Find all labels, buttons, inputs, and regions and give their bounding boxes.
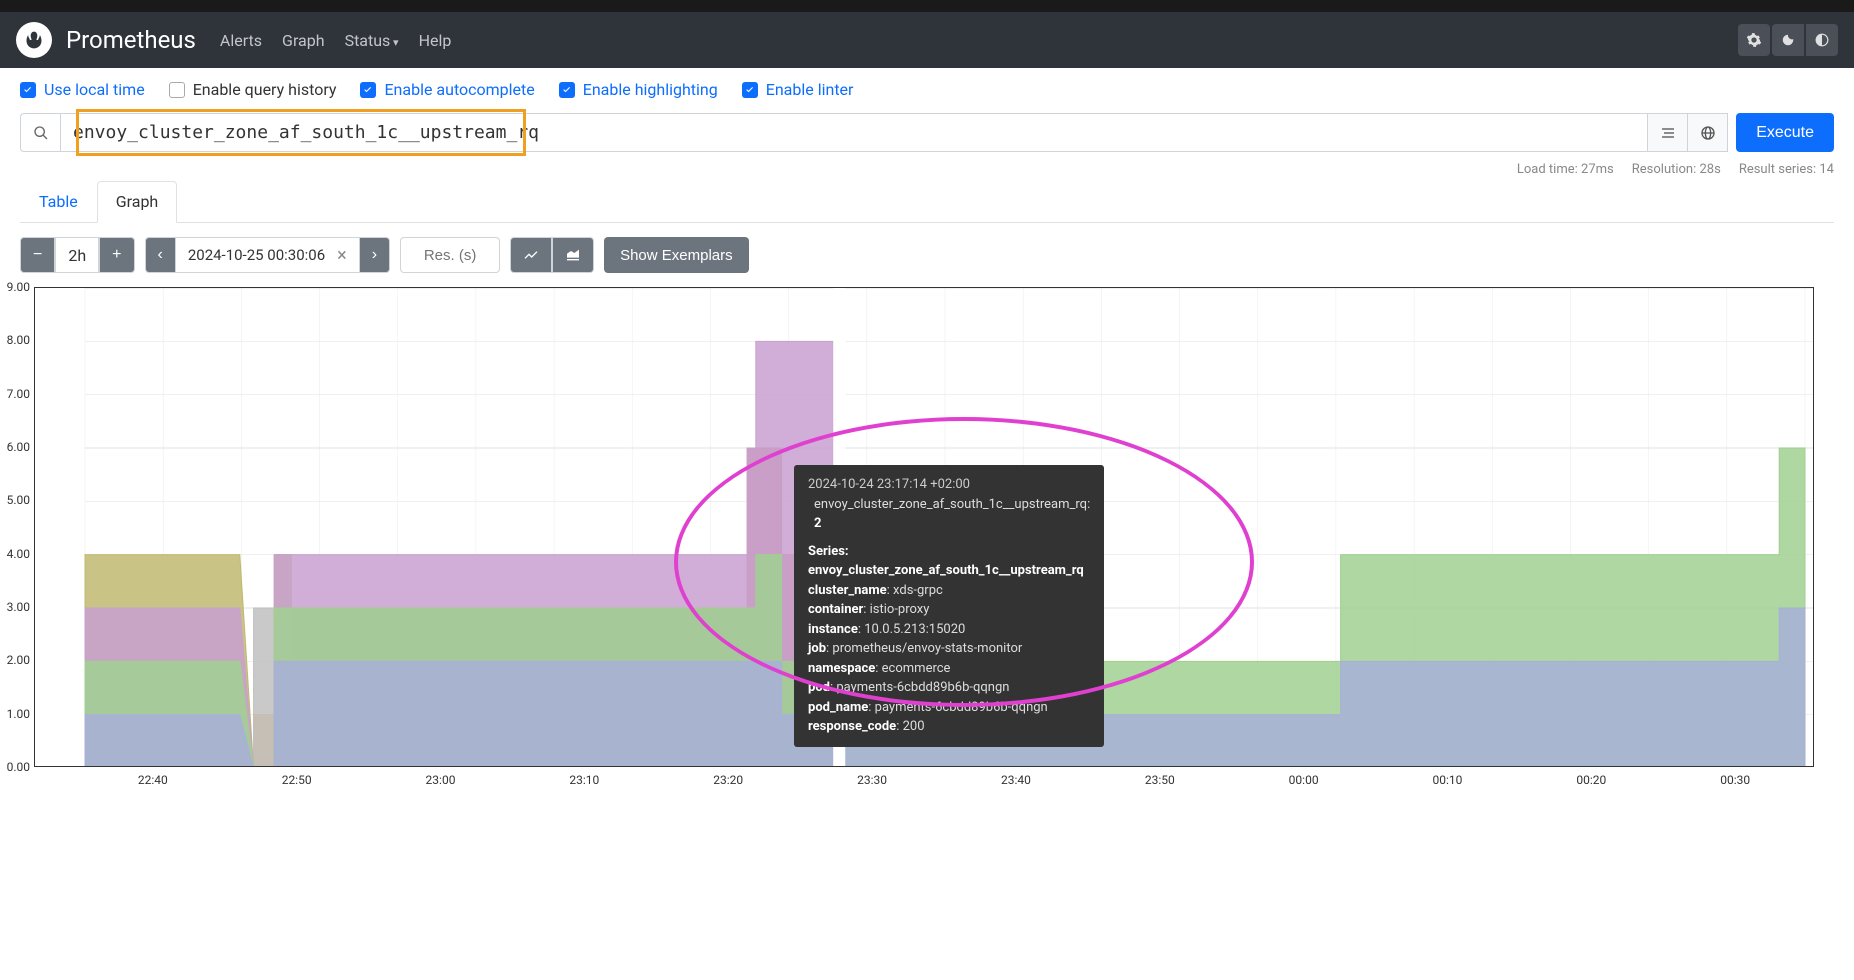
options-row: Use local time Enable query history Enab…: [20, 80, 1834, 99]
time-next-button[interactable]: ›: [359, 237, 390, 273]
range-decrease-button[interactable]: −: [20, 237, 55, 273]
tooltip-series-name: envoy_cluster_zone_af_south_1c__upstream…: [808, 561, 1090, 581]
show-exemplars-button[interactable]: Show Exemplars: [604, 237, 749, 273]
brand-title: Prometheus: [66, 26, 196, 54]
option-autocomplete[interactable]: Enable autocomplete: [360, 80, 534, 99]
end-time-input[interactable]: 2024-10-25 00:30:06 ×: [176, 237, 359, 273]
clear-time-icon[interactable]: ×: [337, 245, 347, 266]
nav-graph[interactable]: Graph: [282, 31, 325, 50]
tooltip-metric: envoy_cluster_zone_af_south_1c__upstream…: [814, 495, 1090, 534]
chart-line-icon[interactable]: [510, 237, 552, 273]
query-input[interactable]: envoy_cluster_zone_af_south_1c__upstream…: [60, 113, 1648, 152]
prometheus-logo: [16, 22, 52, 58]
execute-button[interactable]: Execute: [1736, 113, 1834, 152]
range-value[interactable]: 2h: [55, 237, 99, 273]
globe-icon[interactable]: [1688, 113, 1728, 152]
meta-series: Result series: 14: [1739, 162, 1834, 177]
tab-graph[interactable]: Graph: [97, 181, 178, 223]
theme-contrast-icon[interactable]: [1806, 24, 1838, 56]
tab-table[interactable]: Table: [20, 181, 97, 222]
option-highlighting[interactable]: Enable highlighting: [559, 80, 718, 99]
meta-load-time: Load time: 27ms: [1517, 162, 1614, 177]
resolution-input[interactable]: [400, 237, 500, 273]
chart-stacked-icon[interactable]: [552, 237, 594, 273]
settings-icon[interactable]: [1738, 24, 1770, 56]
search-icon: [20, 113, 60, 152]
format-icon[interactable]: [1648, 113, 1688, 152]
nav-alerts[interactable]: Alerts: [220, 31, 262, 50]
tooltip-timestamp: 2024-10-24 23:17:14 +02:00: [808, 475, 1090, 495]
theme-dark-icon[interactable]: [1772, 24, 1804, 56]
range-increase-button[interactable]: +: [99, 237, 134, 273]
time-prev-button[interactable]: ‹: [145, 237, 176, 273]
nav-help[interactable]: Help: [419, 31, 452, 50]
navbar: Prometheus Alerts Graph Status Help: [0, 12, 1854, 68]
meta-resolution: Resolution: 28s: [1632, 162, 1721, 177]
option-history[interactable]: Enable query history: [169, 80, 337, 99]
chart-tooltip: 2024-10-24 23:17:14 +02:00 envoy_cluster…: [794, 465, 1104, 747]
tooltip-series-header: Series:: [808, 542, 1090, 562]
nav-status[interactable]: Status: [345, 31, 399, 50]
option-linter[interactable]: Enable linter: [742, 80, 854, 99]
option-local-time[interactable]: Use local time: [20, 80, 145, 99]
chart[interactable]: 0.001.002.003.004.005.006.007.008.009.00…: [34, 287, 1814, 767]
